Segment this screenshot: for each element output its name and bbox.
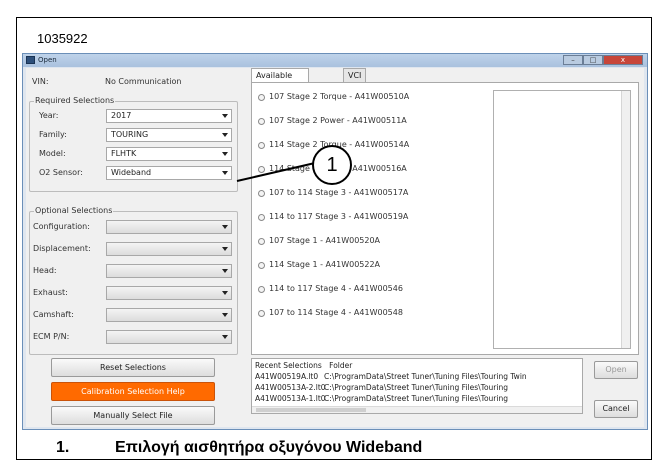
optional-selections-group: Optional Selections Configuration: Displ…: [29, 206, 238, 355]
chevron-down-icon: [222, 225, 228, 229]
maximize-button[interactable]: □: [583, 55, 603, 65]
calibration-radio[interactable]: [258, 310, 265, 317]
chevron-down-icon: [222, 114, 228, 118]
chevron-down-icon: [222, 152, 228, 156]
recent-selections-header: Recent Selections: [255, 361, 322, 370]
head-select[interactable]: [106, 264, 232, 278]
open-dialog-window: Open – □ x VIN: No Communication Require…: [22, 53, 648, 430]
optional-selections-title: Optional Selections: [34, 206, 114, 216]
calibration-option[interactable]: 107 to 114 Stage 3 - A41W00517A: [269, 188, 408, 197]
camshaft-label: Camshaft:: [33, 310, 74, 319]
vin-value: No Communication: [105, 77, 182, 86]
family-value: TOURING: [111, 130, 149, 139]
exhaust-label: Exhaust:: [33, 288, 68, 297]
o2-sensor-value: Wideband: [111, 168, 152, 177]
recent-folder-path: C:\ProgramData\Street Tuner\Tuning Files…: [324, 383, 508, 392]
table-header: Recent Selections Folder: [255, 361, 352, 370]
callout-marker: 1: [312, 145, 352, 185]
dialog-client-area: VIN: No Communication Required Selection…: [26, 68, 644, 427]
scrollbar-thumb[interactable]: [256, 408, 366, 412]
model-select[interactable]: FLHTK: [106, 147, 232, 161]
calibration-option[interactable]: 114 to 117 Stage 3 - A41W00519A: [269, 212, 408, 221]
family-label: Family:: [39, 130, 67, 139]
calibration-radio[interactable]: [258, 118, 265, 125]
vin-label: VIN:: [32, 77, 49, 86]
model-label: Model:: [39, 149, 66, 158]
calibration-radio[interactable]: [258, 142, 265, 149]
calibration-radio[interactable]: [258, 166, 265, 173]
recent-folder-path: C:\ProgramData\Street Tuner\Tuning Files…: [324, 394, 508, 403]
ecm-pn-label: ECM P/N:: [33, 332, 70, 341]
table-row[interactable]: A41W00513A-1.lt0 C:\ProgramData\Street T…: [255, 394, 581, 403]
calibration-details-box: [493, 90, 631, 349]
ecm-pn-select[interactable]: [106, 330, 232, 344]
table-row[interactable]: A41W00519A.lt0 C:\ProgramData\Street Tun…: [255, 372, 581, 381]
o2-sensor-label: O2 Sensor:: [39, 168, 83, 177]
year-value: 2017: [111, 111, 132, 120]
calibration-radio[interactable]: [258, 94, 265, 101]
window-title: Open: [38, 56, 57, 64]
tab-vci[interactable]: VCI: [343, 68, 367, 82]
required-selections-group: Required Selections Year: 2017 Family: T…: [29, 96, 238, 192]
folder-header: Folder: [329, 361, 353, 370]
calibration-radio[interactable]: [258, 286, 265, 293]
chevron-down-icon: [222, 133, 228, 137]
o2-sensor-select[interactable]: Wideband: [106, 166, 232, 180]
calibration-help-button[interactable]: Calibration Selection Help: [51, 382, 215, 401]
manually-select-file-button[interactable]: Manually Select File: [51, 406, 215, 425]
title-bar[interactable]: Open – □ x: [23, 54, 647, 67]
head-label: Head:: [33, 266, 57, 275]
required-selections-title: Required Selections: [34, 96, 116, 106]
caption-number: 1.: [56, 439, 70, 456]
camshaft-select[interactable]: [106, 308, 232, 322]
chevron-down-icon: [222, 291, 228, 295]
calibration-option[interactable]: 107 to 114 Stage 4 - A41W00548: [269, 308, 403, 317]
minimize-button[interactable]: –: [563, 55, 583, 65]
figure-id: 1035922: [37, 31, 88, 46]
displacement-select[interactable]: [106, 242, 232, 256]
recent-folder-path: C:\ProgramData\Street Tuner\Tuning Files…: [324, 372, 527, 381]
calibration-radio[interactable]: [258, 238, 265, 245]
caption-text: Επιλογή αισθητήρα οξυγόνου Wideband: [115, 439, 423, 456]
configuration-label: Configuration:: [33, 222, 90, 231]
reset-selections-button[interactable]: Reset Selections: [51, 358, 215, 377]
chevron-down-icon: [222, 335, 228, 339]
vertical-scrollbar[interactable]: [621, 91, 630, 348]
chevron-down-icon: [222, 269, 228, 273]
calibration-option[interactable]: 114 Stage 1 - A41W00522A: [269, 260, 380, 269]
close-button[interactable]: x: [603, 55, 643, 65]
tab-available-calibrations[interactable]: Available Calibrations: [251, 68, 309, 93]
recent-file-name: A41W00513A-1.lt0: [255, 394, 326, 403]
cancel-button[interactable]: Cancel: [594, 400, 638, 418]
calibrations-panel: 107 Stage 2 Torque - A41W00510A 107 Stag…: [251, 82, 639, 355]
calibration-option[interactable]: 114 to 117 Stage 4 - A41W00546: [269, 284, 403, 293]
recent-file-name: A41W00513A-2.lt0: [255, 383, 326, 392]
recent-file-name: A41W00519A.lt0: [255, 372, 319, 381]
displacement-label: Displacement:: [33, 244, 91, 253]
calibration-radio[interactable]: [258, 190, 265, 197]
calibration-radio[interactable]: [258, 214, 265, 221]
year-select[interactable]: 2017: [106, 109, 232, 123]
exhaust-select[interactable]: [106, 286, 232, 300]
chevron-down-icon: [222, 171, 228, 175]
calibration-radio[interactable]: [258, 262, 265, 269]
calibration-option[interactable]: 107 Stage 1 - A41W00520A: [269, 236, 380, 245]
year-label: Year:: [39, 111, 59, 120]
calibration-option[interactable]: 107 Stage 2 Power - A41W00511A: [269, 116, 407, 125]
recent-selections-table: Recent Selections Folder A41W00519A.lt0 …: [251, 358, 583, 414]
table-row[interactable]: A41W00513A-2.lt0 C:\ProgramData\Street T…: [255, 383, 581, 392]
chevron-down-icon: [222, 313, 228, 317]
configuration-select[interactable]: [106, 220, 232, 234]
horizontal-scrollbar[interactable]: [252, 406, 582, 413]
app-icon: [26, 56, 35, 64]
chevron-down-icon: [222, 247, 228, 251]
calibration-option[interactable]: 107 Stage 2 Torque - A41W00510A: [269, 92, 409, 101]
model-value: FLHTK: [111, 149, 137, 158]
family-select[interactable]: TOURING: [106, 128, 232, 142]
open-button[interactable]: Open: [594, 361, 638, 379]
